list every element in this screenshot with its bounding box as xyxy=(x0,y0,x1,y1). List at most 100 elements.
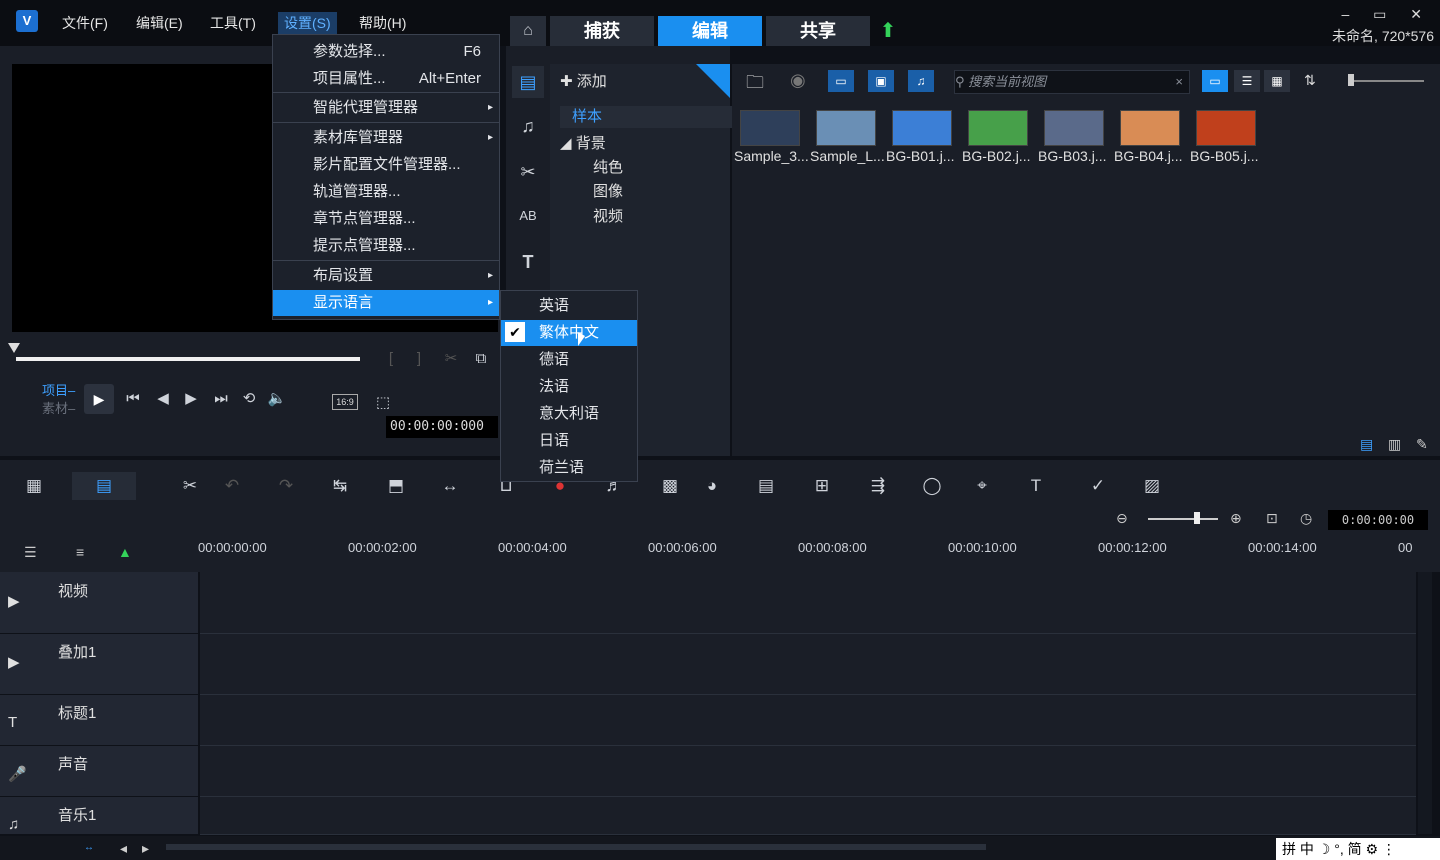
language-option[interactable]: 法语 xyxy=(501,374,637,400)
redo-icon[interactable]: ↷ xyxy=(272,474,300,498)
library-mode-icon[interactable]: ▤ xyxy=(1360,436,1373,453)
tools-icon[interactable]: ✂ xyxy=(176,474,204,498)
tree-item-solid[interactable]: 纯色 xyxy=(593,156,623,177)
clear-icon[interactable]: × xyxy=(1175,71,1183,93)
settings-menu-item[interactable]: 布局设置 ▸ xyxy=(273,263,499,289)
text-t-icon[interactable]: T xyxy=(512,246,544,278)
timecode-display[interactable]: 00:00:00:000 xyxy=(386,416,498,438)
upload-arrow-icon[interactable]: ⬆ xyxy=(874,18,902,44)
track-header[interactable]: ♫ 音乐1 xyxy=(0,796,198,835)
library-layout-icon[interactable]: ▥ xyxy=(1388,436,1401,453)
menu-edit[interactable]: 编辑(E) xyxy=(130,12,189,34)
media-thumbnail[interactable] xyxy=(740,110,800,146)
media-icon[interactable]: ▤ xyxy=(512,66,544,98)
trim-icon[interactable]: ↔ xyxy=(436,474,464,498)
view-thumbnail-icon[interactable]: ▭ xyxy=(1202,70,1228,92)
language-option[interactable]: 意大利语 xyxy=(501,401,637,427)
language-option[interactable]: 荷兰语 xyxy=(501,455,637,481)
storyboard-view-icon[interactable]: ▦ xyxy=(20,474,48,498)
clip-mode-label[interactable]: 素材– xyxy=(42,398,75,417)
tracking-icon[interactable]: ⌖ xyxy=(968,474,996,498)
add-track-icon[interactable]: ≡ xyxy=(76,544,84,560)
ime-toolbar[interactable]: 拼 中 ☽ °, 简 ⚙ ⋮ xyxy=(1276,838,1440,860)
media-thumbnail[interactable] xyxy=(1196,110,1256,146)
view-list-icon[interactable]: ☰ xyxy=(1234,70,1260,92)
thumb-size-handle[interactable] xyxy=(1348,74,1354,86)
mark-in-icon[interactable]: [ xyxy=(378,346,404,372)
add-folder-button[interactable]: ✚ 添加 xyxy=(560,70,607,94)
settings-menu-item[interactable]: 显示语言 ▸ xyxy=(273,290,499,316)
media-thumbnail[interactable] xyxy=(892,110,952,146)
tab-capture[interactable]: 捕获 xyxy=(550,16,654,46)
menu-settings[interactable]: 设置(S) xyxy=(278,12,337,34)
next-frame-icon[interactable]: ▶ xyxy=(178,386,204,412)
title-ab-icon[interactable]: AB xyxy=(512,200,544,232)
project-mode-label[interactable]: 项目– xyxy=(42,380,75,399)
menu-tools[interactable]: 工具(T) xyxy=(204,12,262,34)
library-edit-icon[interactable]: ✎ xyxy=(1416,436,1428,453)
zoom-out-icon[interactable]: ⊖ xyxy=(1116,510,1128,527)
filter-photo-icon[interactable]: ▣ xyxy=(868,70,894,92)
settings-menu-item[interactable]: 项目属性... Alt+Enter xyxy=(273,66,499,92)
settings-menu-item[interactable]: 提示点管理器... xyxy=(273,233,499,259)
window-controls[interactable]: – ▭ ✕ xyxy=(1341,6,1432,23)
settings-menu-item[interactable]: 素材库管理器 ▸ xyxy=(273,125,499,151)
track-header[interactable]: ▶ 视频 xyxy=(0,572,198,634)
menu-help[interactable]: 帮助(H) xyxy=(353,12,412,34)
import-folder-icon[interactable]: 🗀 xyxy=(746,70,764,100)
vertical-scrollbar[interactable] xyxy=(1418,572,1432,834)
crop-icon[interactable]: ⬒ xyxy=(382,474,410,498)
capture-icon[interactable]: ◉ xyxy=(790,70,806,91)
language-option[interactable]: 德语 xyxy=(501,347,637,373)
scrubber-track[interactable] xyxy=(16,357,360,361)
track-header[interactable]: ▶ 叠加1 xyxy=(0,633,198,695)
settings-menu-item[interactable]: 章节点管理器... xyxy=(273,206,499,232)
multicam-icon[interactable]: ▩ xyxy=(656,474,684,498)
paint-icon[interactable]: ✓ xyxy=(1084,474,1112,498)
home-icon[interactable]: ⌂ xyxy=(510,16,546,46)
fit-icon[interactable]: ↹ xyxy=(326,474,354,498)
play-button[interactable]: ▶ xyxy=(84,384,114,414)
tree-item-sample[interactable]: 样本 xyxy=(560,106,738,128)
tab-share[interactable]: 共享 xyxy=(766,16,870,46)
tree-item-image[interactable]: 图像 xyxy=(593,180,623,201)
settings-menu-item[interactable]: 轨道管理器... xyxy=(273,179,499,205)
split-scissors-icon[interactable]: ✂ xyxy=(438,346,464,372)
mask-icon[interactable]: ◯ xyxy=(918,474,946,498)
settings-menu-item[interactable]: 影片配置文件管理器... xyxy=(273,152,499,178)
chapter-marker-icon[interactable]: ▲ xyxy=(118,544,132,560)
media-thumbnail[interactable] xyxy=(968,110,1028,146)
tab-edit[interactable]: 编辑 xyxy=(658,16,762,46)
track-header[interactable]: T 标题1 xyxy=(0,694,198,746)
go-end-icon[interactable]: ⏭ xyxy=(208,386,234,412)
tree-item-background[interactable]: ◢ 背景 xyxy=(560,132,606,153)
repeat-icon[interactable]: ⟲ xyxy=(236,386,262,412)
scroll-right-icon[interactable]: ▸ xyxy=(142,840,149,857)
enlarge-preview-icon[interactable]: ⧉ xyxy=(468,346,494,372)
zoom-handle[interactable] xyxy=(1194,512,1200,524)
track-manager-icon[interactable]: ☰ xyxy=(24,544,37,561)
scrubber-handle[interactable] xyxy=(8,343,20,353)
crop-select-icon[interactable]: ⬚ xyxy=(370,390,396,416)
subtitle-icon[interactable]: ▤ xyxy=(752,474,780,498)
media-thumbnail[interactable] xyxy=(1120,110,1180,146)
track-header[interactable]: 🎤 声音 xyxy=(0,745,198,797)
media-thumbnail[interactable] xyxy=(1044,110,1104,146)
menu-file[interactable]: 文件(F) xyxy=(56,12,114,34)
title-3d-icon[interactable]: T xyxy=(1022,474,1050,498)
language-option[interactable]: 日语 xyxy=(501,428,637,454)
expand-triangle-icon[interactable]: ◢ xyxy=(560,135,576,152)
zoom-in-icon[interactable]: ⊕ xyxy=(1230,510,1242,527)
motion-icon[interactable]: ⇶ xyxy=(864,474,892,498)
blend-icon[interactable]: ◕ xyxy=(698,474,726,498)
fit-timeline-icon[interactable]: ↔ xyxy=(84,842,94,853)
prev-frame-icon[interactable]: ◀ xyxy=(150,386,176,412)
scroll-left-icon[interactable]: ◂ xyxy=(120,840,127,857)
thumb-size-slider[interactable] xyxy=(1352,80,1424,82)
instant-project-icon[interactable]: ♫ xyxy=(512,110,544,142)
mark-out-icon[interactable]: ] xyxy=(406,346,432,372)
filter-video-icon[interactable]: ▭ xyxy=(828,70,854,92)
project-duration[interactable]: 0:00:00:00 xyxy=(1328,510,1428,530)
go-start-icon[interactable]: ⏮ xyxy=(120,386,146,412)
settings-menu-item[interactable]: 智能代理管理器 ▸ xyxy=(273,95,499,121)
